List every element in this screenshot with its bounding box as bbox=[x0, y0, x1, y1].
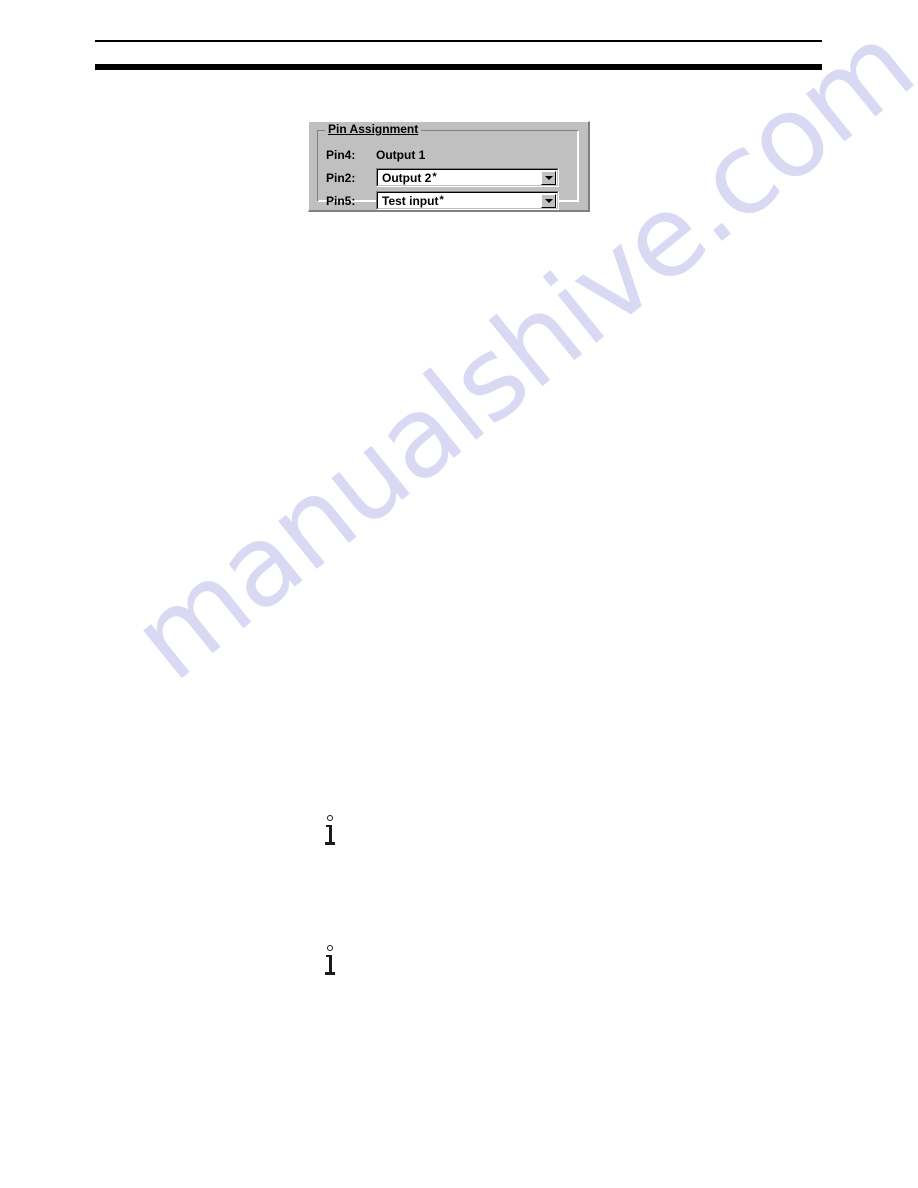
pin5-footnote-marker: * bbox=[439, 193, 444, 206]
info-icon-dot bbox=[327, 815, 333, 821]
pin2-footnote-marker: * bbox=[432, 170, 437, 183]
pin-row-pin4: Pin4: Output 1 bbox=[326, 144, 425, 165]
pin2-value-text: Output 2 bbox=[382, 170, 432, 185]
info-icon-serif-bottom bbox=[325, 972, 335, 975]
pin-assignment-groupbox: Pin Assignment Pin4: Output 1 Pin2: Outp… bbox=[317, 123, 579, 210]
info-icon bbox=[324, 815, 340, 849]
header-thin-rule bbox=[95, 40, 822, 42]
pin2-combobox[interactable]: Output 2* bbox=[376, 168, 559, 187]
info-icon-dot bbox=[327, 945, 333, 951]
pin-row-pin5: Pin5: Test input* bbox=[326, 190, 559, 211]
pin-label-pin2: Pin2: bbox=[326, 170, 356, 185]
header-thick-rule bbox=[95, 64, 822, 70]
groupbox-title: Pin Assignment bbox=[325, 123, 422, 136]
info-icon-serif-bottom bbox=[325, 842, 335, 845]
pin-label-pin5: Pin5: bbox=[326, 193, 356, 208]
watermark: manualshive.com bbox=[109, 0, 918, 706]
pin5-combobox-value: Test input* bbox=[377, 194, 444, 208]
pin2-combobox-value: Output 2* bbox=[377, 171, 437, 185]
pin-row-pin2: Pin2: Output 2* bbox=[326, 167, 559, 188]
pin5-value-text: Test input bbox=[382, 193, 439, 208]
document-page: manualshive.com Pin Assignment Pin4: Out… bbox=[0, 0, 918, 1188]
pin5-combobox[interactable]: Test input* bbox=[376, 191, 559, 210]
chevron-down-icon[interactable] bbox=[541, 194, 556, 208]
chevron-down-icon[interactable] bbox=[541, 171, 556, 185]
info-icon bbox=[324, 945, 340, 979]
pin4-value: Output 1 bbox=[376, 147, 426, 162]
pin-assignment-dialog: Pin Assignment Pin4: Output 1 Pin2: Outp… bbox=[308, 121, 590, 212]
pin-label-pin4: Pin4: bbox=[326, 147, 356, 162]
